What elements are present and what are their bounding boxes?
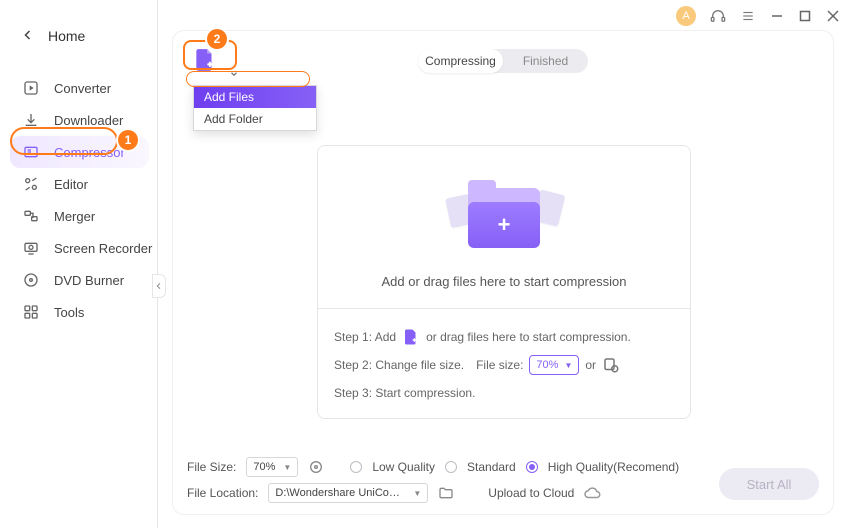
callout-badge-1: 1 [118, 130, 138, 150]
compressor-icon [22, 143, 40, 161]
close-button[interactable] [826, 9, 840, 23]
drop-headline: Add or drag files here to start compress… [318, 274, 690, 289]
callout-badge-2: 2 [207, 29, 227, 49]
footer: File Size: 70%▼ Low Quality Standard Hig… [187, 454, 819, 506]
sidebar-item-label: Merger [54, 209, 95, 224]
quality-high-radio[interactable] [526, 461, 538, 473]
avatar[interactable]: A [676, 6, 696, 26]
minimize-button[interactable] [770, 9, 784, 23]
steps-panel: Step 1: Add or drag files here to start … [318, 308, 690, 407]
sidebar-item-label: Tools [54, 305, 84, 320]
cloud-icon[interactable] [584, 484, 602, 502]
converter-icon [22, 79, 40, 97]
location-select[interactable]: D:\Wondershare UniConverter 1▼ [268, 483, 428, 503]
filesize-label: File Size: [187, 460, 236, 474]
sidebar-item-label: Downloader [54, 113, 123, 128]
sidebar-item-editor[interactable]: Editor [0, 168, 157, 200]
merger-icon [22, 207, 40, 225]
screen-recorder-icon [22, 239, 40, 257]
open-folder-icon[interactable] [438, 485, 454, 501]
upload-cloud-label: Upload to Cloud [488, 486, 574, 500]
sidebar-item-converter[interactable]: Converter [0, 72, 157, 104]
tabs: Compressing Finished [418, 49, 588, 73]
maximize-button[interactable] [798, 9, 812, 23]
titlebar: A [676, 6, 840, 26]
quality-standard-label: Standard [467, 460, 516, 474]
downloader-icon [22, 111, 40, 129]
sidebar-item-tools[interactable]: Tools [0, 296, 157, 328]
filesize-settings-icon[interactable] [308, 459, 324, 475]
sidebar-item-merger[interactable]: Merger [0, 200, 157, 232]
support-icon[interactable] [710, 8, 726, 24]
sidebar-item-screen-recorder[interactable]: Screen Recorder [0, 232, 157, 264]
step2-filesize-select[interactable]: 70%▼ [529, 355, 579, 375]
sidebar-title[interactable]: Home [48, 28, 85, 44]
sidebar-item-label: DVD Burner [54, 273, 124, 288]
step-1: Step 1: Add or drag files here to start … [334, 323, 674, 351]
sidebar: Home Converter Downloader Compressor Edi [0, 0, 158, 528]
quality-low-label: Low Quality [372, 460, 435, 474]
quality-high-label: High Quality(Recomend) [548, 460, 679, 474]
start-all-button[interactable]: Start All [719, 468, 819, 500]
step-2: Step 2: Change file size. File size: 70%… [334, 351, 674, 379]
tab-compressing[interactable]: Compressing [418, 49, 503, 73]
quality-standard-radio[interactable] [445, 461, 457, 473]
dvd-icon [22, 271, 40, 289]
add-files-button[interactable] [187, 45, 223, 75]
tools-icon [22, 303, 40, 321]
add-files-dropdown: Add Files Add Folder [193, 85, 317, 131]
sidebar-item-label: Editor [54, 177, 88, 192]
editor-icon [22, 175, 40, 193]
sidebar-item-label: Converter [54, 81, 111, 96]
location-label: File Location: [187, 486, 258, 500]
menu-icon[interactable] [740, 8, 756, 24]
sidebar-item-label: Compressor [54, 145, 125, 160]
step-3: Step 3: Start compression. [334, 379, 674, 407]
filesize-select[interactable]: 70%▼ [246, 457, 298, 477]
back-icon[interactable] [22, 29, 34, 44]
plus-icon: + [498, 214, 511, 236]
quality-low-radio[interactable] [350, 461, 362, 473]
dropdown-item-add-folder[interactable]: Add Folder [194, 108, 316, 130]
sidebar-item-label: Screen Recorder [54, 241, 152, 256]
sidebar-collapse-handle[interactable] [152, 274, 166, 298]
add-file-icon [402, 328, 420, 346]
step2-settings-icon[interactable] [602, 356, 620, 374]
dropdown-item-add-files[interactable]: Add Files [194, 86, 316, 108]
sidebar-item-dvd-burner[interactable]: DVD Burner [0, 264, 157, 296]
main-panel: Add Files Add Folder Compressing Finishe… [172, 30, 834, 515]
folder-illustration: + [444, 176, 564, 256]
drop-area[interactable]: + Add or drag files here to start compre… [317, 145, 691, 419]
tab-finished[interactable]: Finished [503, 49, 588, 73]
